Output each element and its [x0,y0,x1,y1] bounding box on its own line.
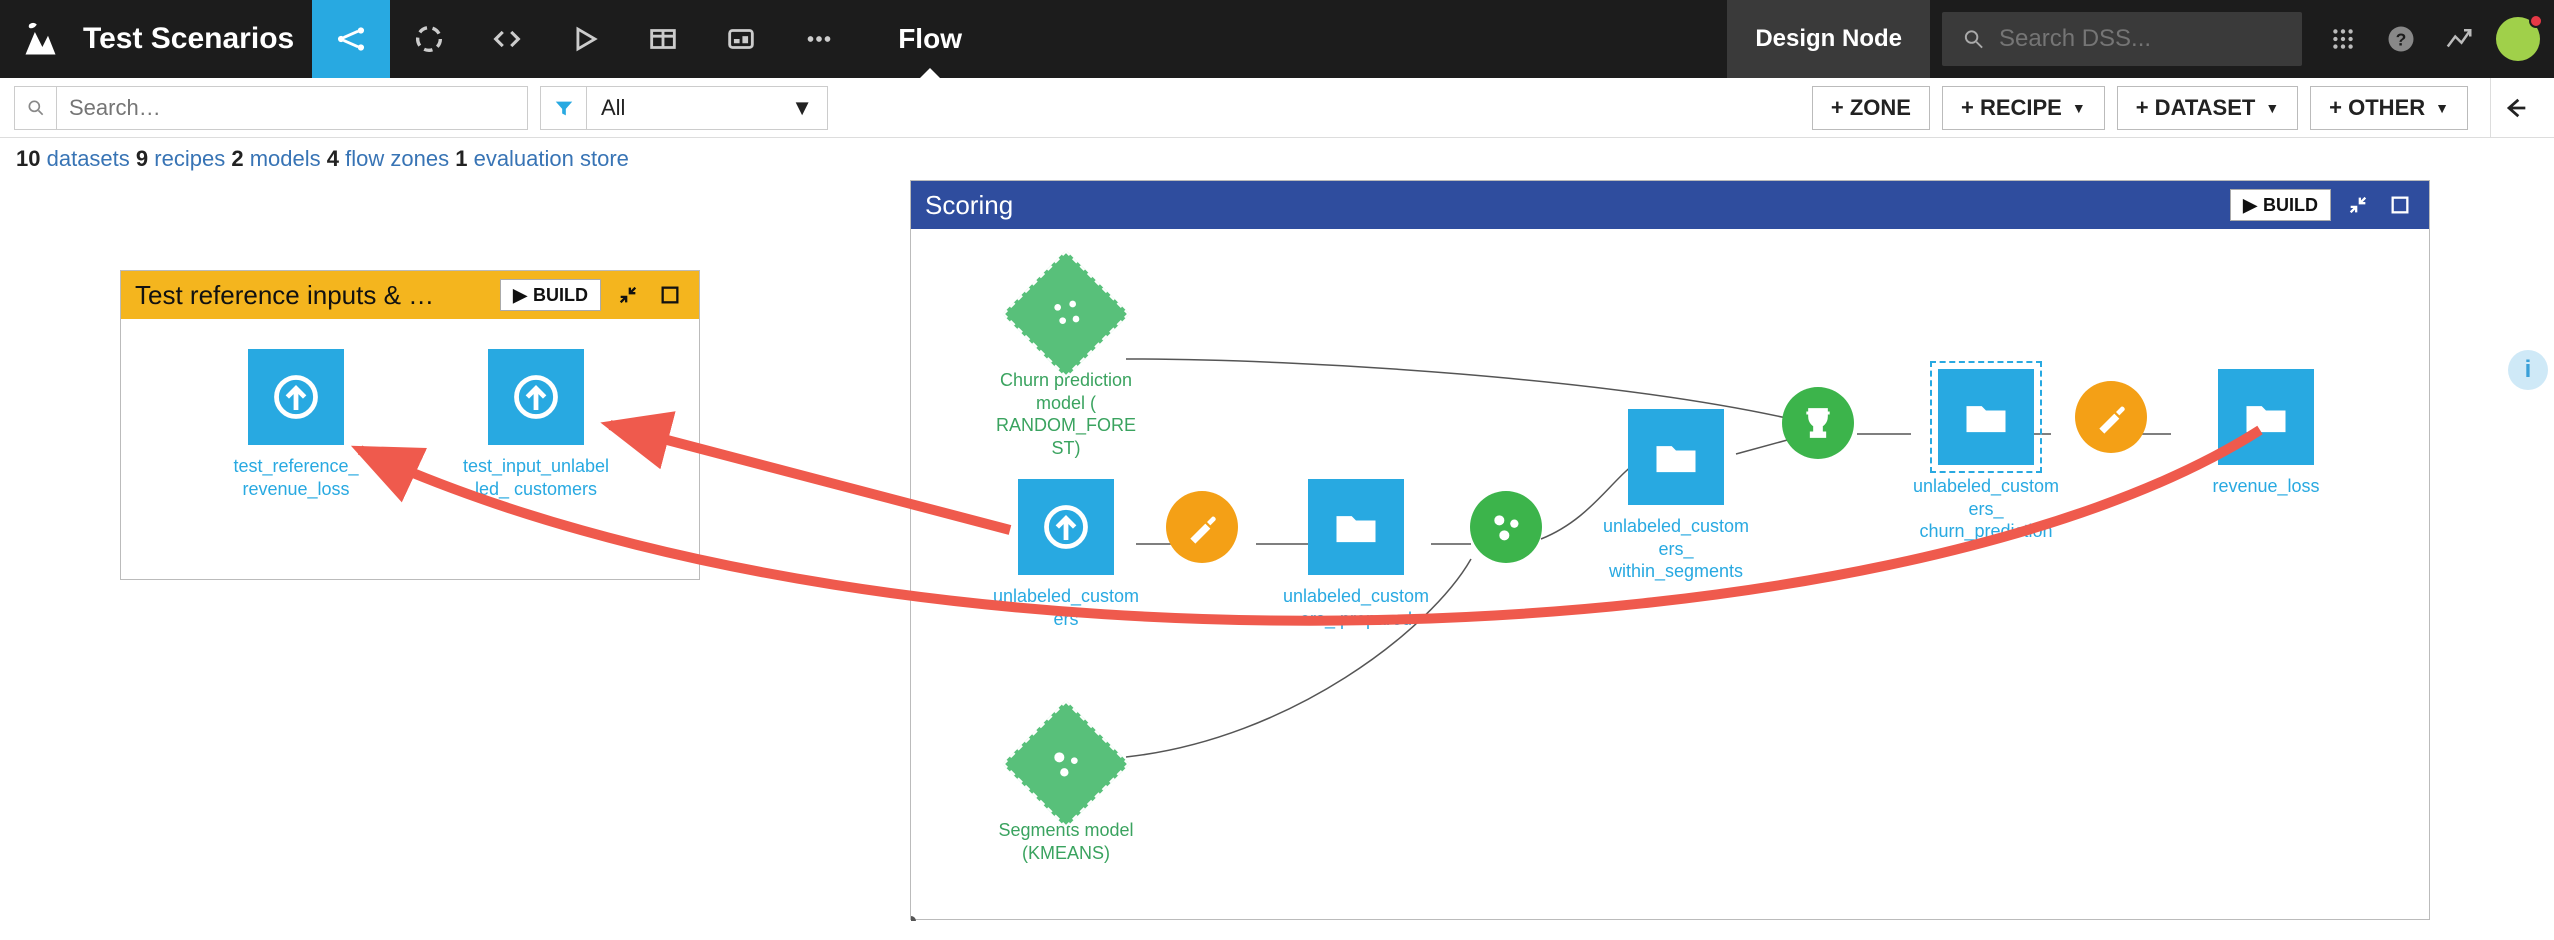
circle-icon[interactable] [390,0,468,78]
flowzones-link[interactable]: flow zones [345,146,449,171]
recipes-count: 9 [136,146,148,171]
dataset-revenue-loss[interactable]: revenue_loss [2191,369,2341,498]
dataset-unlabeled-customers[interactable]: unlabeled_customers [991,479,1141,630]
flow-tab-label[interactable]: Flow [898,0,962,78]
recipe-prepare-2[interactable] [2066,381,2156,453]
help-icon[interactable]: ? [2372,10,2430,68]
design-node-badge[interactable]: Design Node [1727,0,1930,78]
chevron-down-icon: ▼ [2072,100,2086,116]
chevron-down-icon: ▼ [2265,100,2279,116]
flow-search-input[interactable] [57,87,527,129]
node-label: unlabeled_customers [991,585,1141,630]
zone-title: Scoring [925,190,2218,221]
recipe-prepare[interactable] [1157,491,1247,563]
chevron-down-icon: ▼ [791,95,813,121]
activity-icon[interactable] [2430,10,2488,68]
recipe-cluster-score[interactable] [1461,491,1551,563]
node-label: revenue_loss [2212,475,2319,498]
add-recipe-button[interactable]: + RECIPE▼ [1942,86,2105,130]
notification-dot [2529,14,2543,28]
apps-icon[interactable] [2314,10,2372,68]
dataset-within-segments[interactable]: unlabeled_customers_ within_segments [1601,409,1751,583]
zone-header[interactable]: Test reference inputs & … ▶ BUILD [121,271,699,319]
flowzones-count: 4 [327,146,339,171]
filter-select[interactable]: All ▼ [587,87,827,129]
flow-toolbar: All ▼ + ZONE + RECIPE▼ + DATASET▼ + OTHE… [0,78,2554,138]
global-search-input[interactable] [1999,25,2282,53]
recipes-link[interactable]: recipes [154,146,225,171]
add-buttons: + ZONE + RECIPE▼ + DATASET▼ + OTHER▼ [1812,86,2468,130]
dataset-test-input-unlabelled-customers[interactable]: test_input_unlabelled_ customers [461,349,611,500]
models-count: 2 [231,146,243,171]
zone-expand-icon[interactable] [2385,190,2415,220]
search-icon [1962,26,1985,52]
dashboard-icon[interactable] [624,0,702,78]
models-link[interactable]: models [250,146,321,171]
flow-tab-text: Flow [898,23,962,55]
app-logo[interactable] [18,17,63,62]
dataset-churn-prediction[interactable]: unlabeled_customers_ churn_prediction [1911,369,2061,543]
topnav-right-icons: ? [2314,10,2540,68]
flow-stats: 10 datasets 9 recipes 2 models 4 flow zo… [0,138,2554,180]
global-search[interactable] [1942,12,2302,66]
evalstore-count: 1 [455,146,467,171]
zone-build-button[interactable]: ▶ BUILD [2230,189,2331,221]
zone-build-button[interactable]: ▶ BUILD [500,279,601,311]
node-label: unlabeled_customers_ within_segments [1601,515,1751,583]
zone-collapse-icon[interactable] [613,280,643,310]
zone-expand-icon[interactable] [655,280,685,310]
zone-title: Test reference inputs & … [135,280,488,311]
add-zone-button[interactable]: + ZONE [1812,86,1930,130]
node-label: Churn prediction model ( RANDOM_FOREST) [991,369,1141,459]
add-other-button[interactable]: + OTHER▼ [2310,86,2468,130]
info-button[interactable]: i [2508,350,2548,390]
node-label: unlabeled_customers_ churn_prediction [1911,475,2061,543]
project-name[interactable]: Test Scenarios [83,22,294,56]
evalstore-link[interactable]: evaluation store [474,146,629,171]
code-icon[interactable] [468,0,546,78]
zone-test-reference[interactable]: Test reference inputs & … ▶ BUILD test_r… [120,270,700,580]
top-nav: Test Scenarios Flow Design Node [0,0,2554,78]
nav-icons [312,0,858,78]
more-icon[interactable] [780,0,858,78]
zone-header[interactable]: Scoring ▶ BUILD [911,181,2429,229]
datasets-link[interactable]: datasets [47,146,130,171]
flow-filter[interactable]: All ▼ [540,86,828,130]
play-icon[interactable] [546,0,624,78]
user-avatar[interactable] [2496,17,2540,61]
node-label: test_input_unlabelled_ customers [461,455,611,500]
svg-text:?: ? [2396,29,2407,49]
flow-search[interactable] [14,86,528,130]
datasets-count: 10 [16,146,40,171]
filter-value: All [601,95,625,121]
recipe-score-model[interactable] [1773,387,1863,459]
zone-collapse-icon[interactable] [2343,190,2373,220]
zone-scoring[interactable]: Scoring ▶ BUILD [910,180,2430,920]
flow-canvas[interactable]: Test reference inputs & … ▶ BUILD test_r… [0,180,2554,924]
app-icon[interactable] [702,0,780,78]
dataset-unlabeled-customers-prepared[interactable]: unlabeled_customers_ prepared [1281,479,1431,630]
collapse-panel-button[interactable] [2490,78,2540,138]
search-icon [15,87,57,129]
model-churn-prediction[interactable]: Churn prediction model ( RANDOM_FOREST) [991,269,1141,459]
model-segments[interactable]: Segments model (KMEANS) [991,719,1141,864]
flow-tab-indicator [920,68,940,78]
node-label: test_reference_ revenue_loss [221,455,371,500]
dataset-test-reference-revenue-loss[interactable]: test_reference_ revenue_loss [221,349,371,500]
add-dataset-button[interactable]: + DATASET▼ [2117,86,2298,130]
filter-icon [541,87,587,129]
flow-icon[interactable] [312,0,390,78]
chevron-down-icon: ▼ [2435,100,2449,116]
node-label: unlabeled_customers_ prepared [1281,585,1431,630]
